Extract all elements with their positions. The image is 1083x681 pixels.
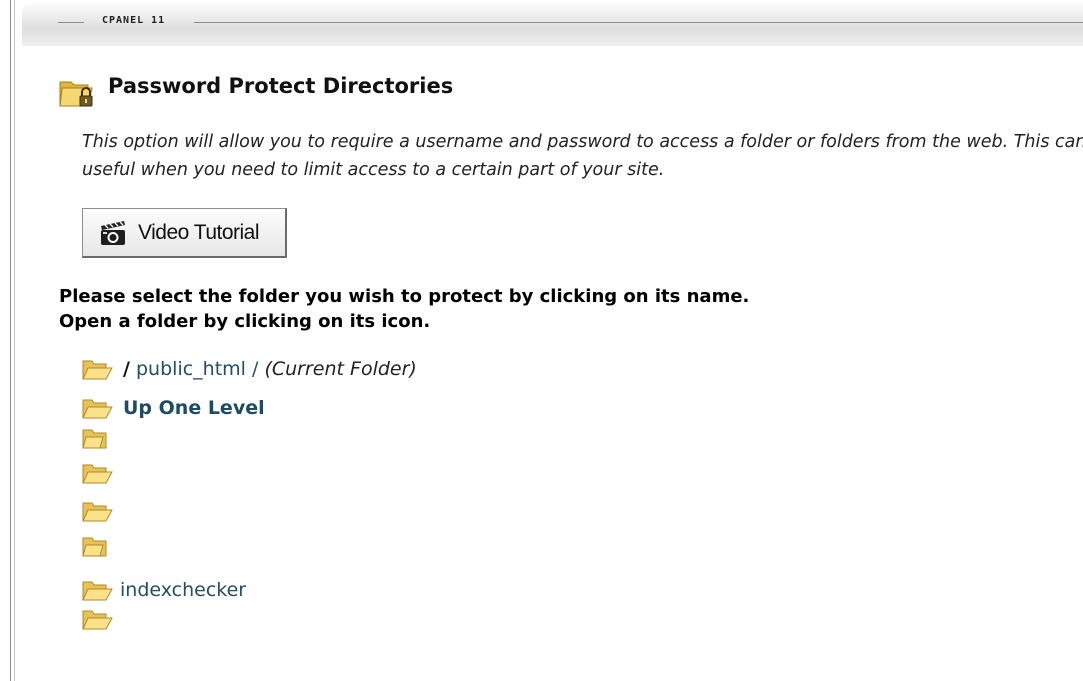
current-folder-row: / public_html / (Current Folder): [81, 356, 417, 382]
frame-border-left: [10, 0, 11, 681]
open-folder-icon[interactable]: [81, 357, 113, 381]
open-folder-icon[interactable]: [81, 578, 113, 602]
path-root-link[interactable]: /: [123, 358, 130, 380]
up-one-level-link[interactable]: Up One Level: [123, 397, 265, 419]
path-public-html-link[interactable]: public_html: [136, 358, 246, 380]
open-folder-icon[interactable]: [81, 396, 113, 420]
description-line-1: This option will allow you to require a …: [82, 132, 1083, 152]
folder-icon[interactable]: [81, 534, 113, 558]
header-rule-right: [194, 22, 1083, 23]
open-folder-icon[interactable]: [81, 461, 113, 485]
page-description: This option will allow you to require a …: [82, 128, 1083, 184]
header-rule-left: [58, 22, 84, 23]
video-camera-icon: [101, 220, 125, 245]
open-folder-icon[interactable]: [81, 607, 113, 631]
instructions: Please select the folder you wish to pro…: [59, 284, 749, 334]
up-one-level-row: Up One Level: [81, 395, 265, 421]
page-title: Password Protect Directories: [108, 74, 454, 98]
current-folder-note: (Current Folder): [264, 358, 417, 380]
instructions-line-1: Please select the folder you wish to pro…: [59, 286, 750, 307]
locked-folder-icon: [59, 81, 93, 107]
open-folder-icon[interactable]: [81, 499, 113, 523]
folder-row: [81, 460, 123, 486]
frame-border-left-inner: [14, 0, 15, 681]
instructions-line-2: Open a folder by clicking on its icon.: [59, 311, 431, 332]
folder-row: indexchecker: [81, 577, 246, 603]
header-band: CPANEL 11: [22, 0, 1083, 46]
video-tutorial-button[interactable]: Video Tutorial: [82, 208, 287, 258]
folder-row: [81, 425, 123, 451]
video-tutorial-label: Video Tutorial: [138, 220, 260, 244]
folder-icon[interactable]: [81, 426, 113, 450]
brand-label: CPANEL 11: [102, 15, 166, 26]
description-line-2: useful when you need to limit access to …: [82, 160, 665, 180]
folder-row: [81, 533, 123, 559]
path-separator: /: [252, 358, 259, 380]
folder-row: [81, 606, 123, 632]
folder-row: [81, 498, 123, 524]
folder-name-link[interactable]: indexchecker: [120, 579, 246, 601]
